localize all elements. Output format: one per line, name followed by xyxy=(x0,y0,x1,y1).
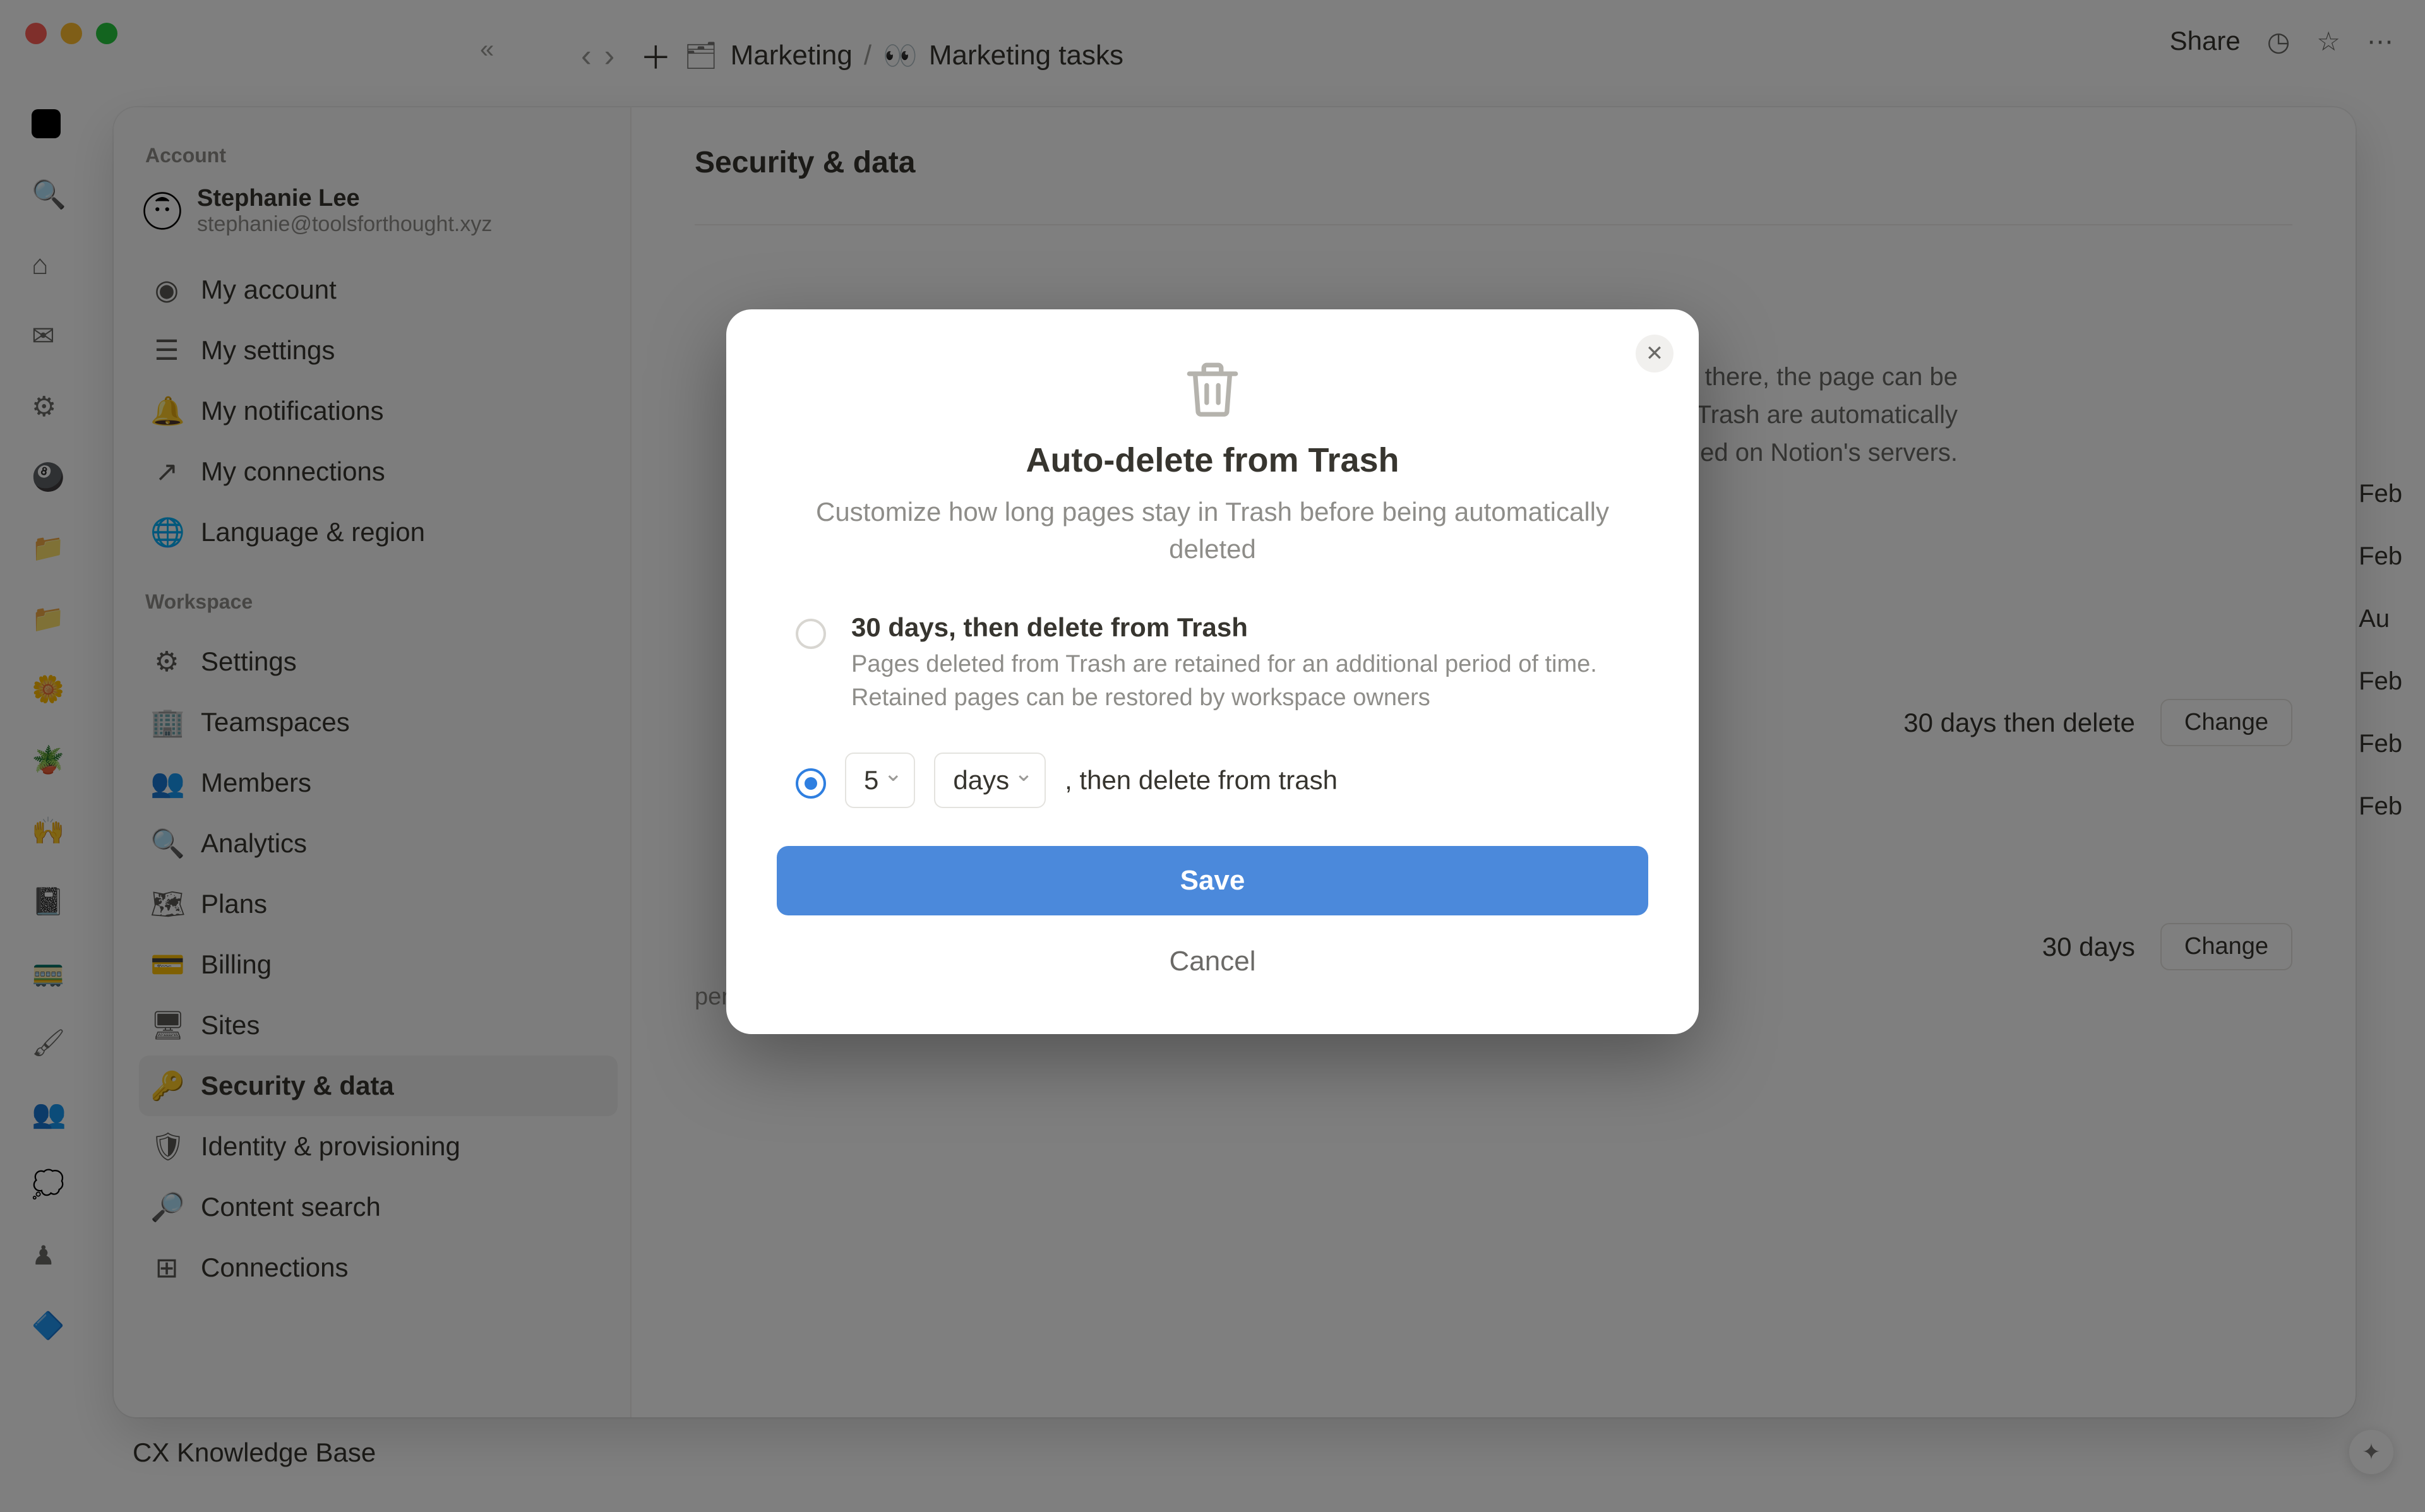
radio-custom[interactable] xyxy=(796,768,826,799)
autodelete-modal: ✕ Auto-delete from Trash Customize how l… xyxy=(726,309,1699,1034)
modal-title: Auto-delete from Trash xyxy=(777,441,1648,480)
option-custom[interactable]: 5 days , then delete from trash xyxy=(777,740,1648,846)
save-button[interactable]: Save xyxy=(777,846,1648,915)
modal-close-button[interactable]: ✕ xyxy=(1636,335,1674,372)
modal-subtitle: Customize how long pages stay in Trash b… xyxy=(808,494,1617,568)
trash-icon xyxy=(777,354,1648,428)
cancel-button[interactable]: Cancel xyxy=(777,927,1648,996)
option-title: 30 days, then delete from Trash xyxy=(851,612,1642,643)
close-icon: ✕ xyxy=(1646,341,1664,366)
custom-unit-select[interactable]: days xyxy=(934,753,1046,808)
radio-30days[interactable] xyxy=(796,619,826,649)
option-30days[interactable]: 30 days, then delete from Trash Pages de… xyxy=(777,606,1648,740)
custom-suffix: , then delete from trash xyxy=(1065,765,1338,795)
custom-number-select[interactable]: 5 xyxy=(845,753,915,808)
option-desc: Pages deleted from Trash are retained fo… xyxy=(851,648,1642,715)
